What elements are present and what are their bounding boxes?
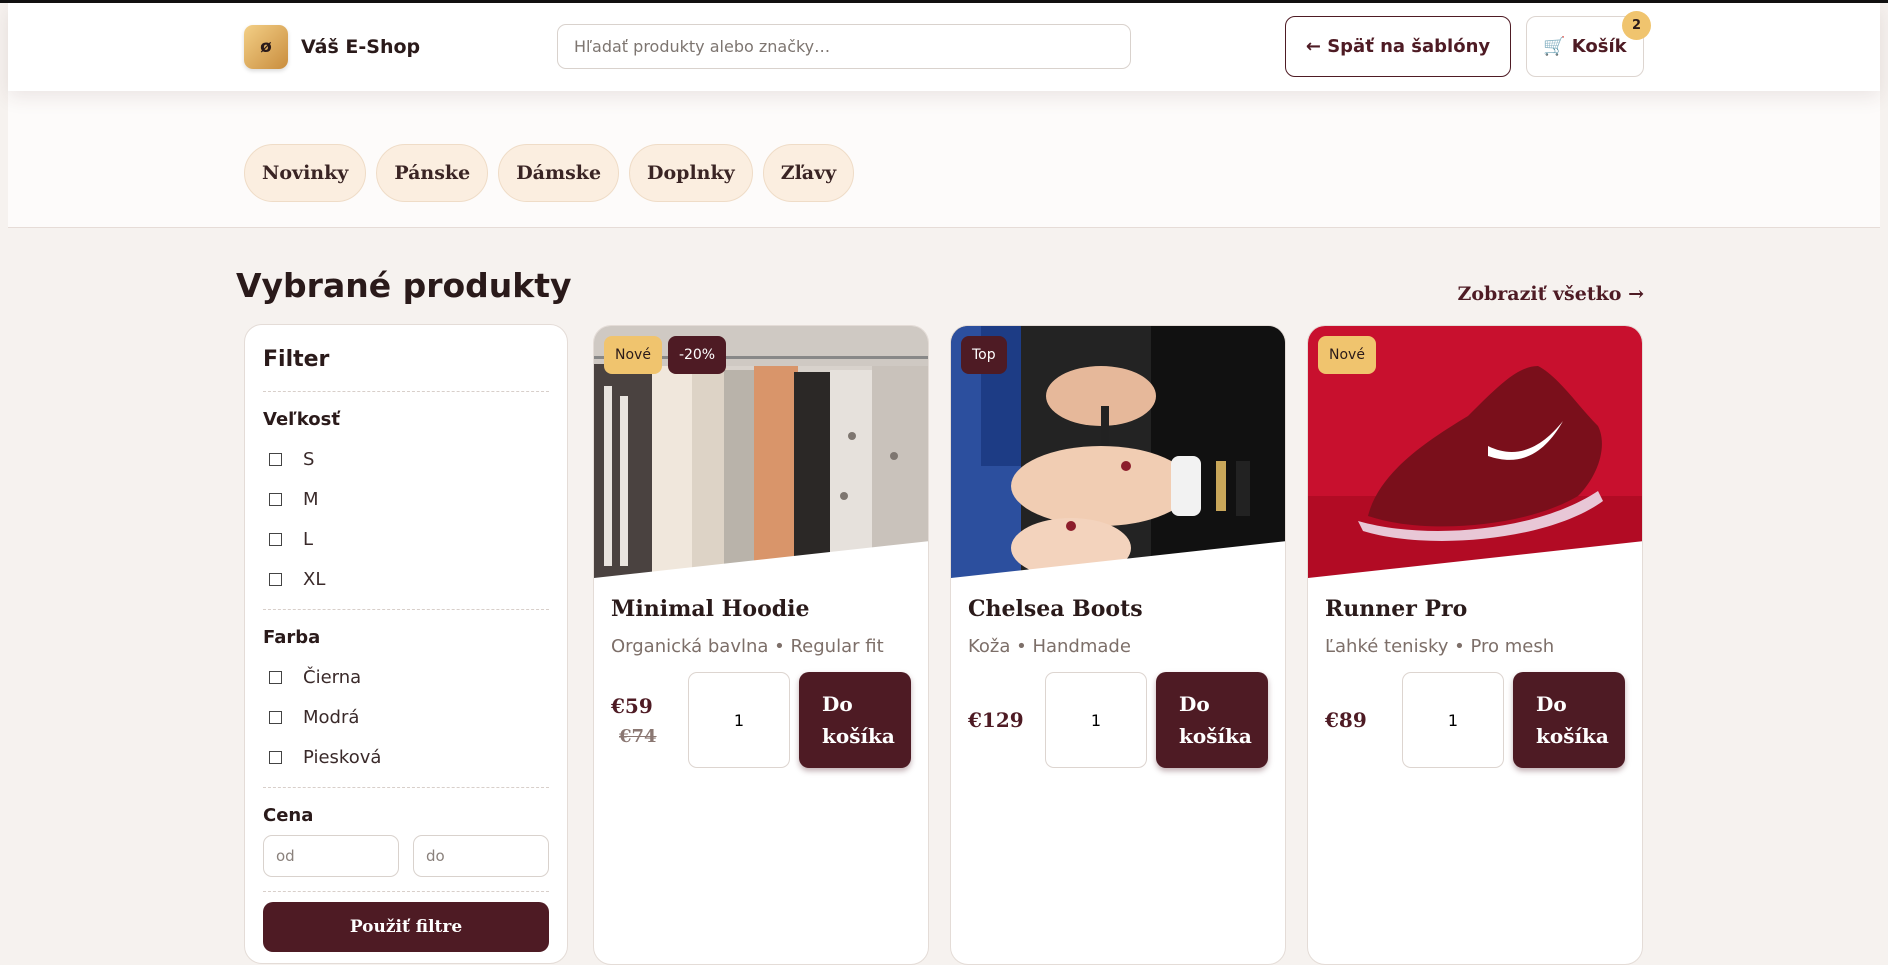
size-option-l[interactable]: L (263, 519, 549, 559)
option-label: M (303, 488, 319, 510)
badge-group: Nové -20% (604, 336, 727, 374)
product-name[interactable]: Runner Pro (1325, 596, 1625, 622)
buy-row: €59 €74 Do košíka (611, 672, 911, 768)
cart-label: Košík (1571, 36, 1627, 57)
red-sneaker-photo[interactable]: Nové (1308, 326, 1642, 578)
option-label: XL (303, 568, 326, 590)
product-card: Nové -20% Minimal Hoodie Organická bavln… (593, 325, 929, 965)
option-label: S (303, 448, 315, 470)
price-box: €59 €74 (611, 694, 688, 747)
price-from-input[interactable] (263, 835, 399, 877)
divider (263, 891, 549, 892)
page-header-shell: ø Váš E-Shop ← Späť na šablóny 🛒 Košík 2… (8, 3, 1880, 228)
option-label: Piesková (303, 746, 382, 768)
top-bar: ø Váš E-Shop ← Späť na šablóny 🛒 Košík 2 (8, 3, 1880, 91)
checkbox[interactable] (269, 532, 282, 546)
add-to-cart-button[interactable]: Do košíka (1513, 672, 1625, 768)
badge-discount: -20% (667, 336, 727, 374)
apply-filters-button[interactable]: Použiť filtre (263, 902, 549, 952)
clothing-rack-photo[interactable]: Nové -20% (594, 326, 928, 578)
product-body: Minimal Hoodie Organická bavlna • Regula… (594, 578, 928, 768)
price-box: €129 (968, 708, 1045, 732)
product-description: Ľahké tenisky • Pro mesh (1325, 636, 1555, 657)
logo-icon[interactable]: ø (244, 25, 288, 69)
color-option-modra[interactable]: Modrá (263, 697, 549, 737)
price-box: €89 (1325, 708, 1402, 732)
price-range (263, 835, 549, 877)
back-to-templates-button[interactable]: ← Späť na šablóny (1285, 16, 1511, 77)
filter-title: Filter (263, 347, 330, 372)
color-group-label: Farba (263, 627, 321, 648)
divider (263, 787, 549, 788)
size-group-label: Veľkosť (263, 409, 340, 430)
checkbox[interactable] (269, 572, 282, 586)
badge-new: Nové (604, 336, 662, 374)
product-price: €89 (1325, 708, 1367, 732)
product-description: Koža • Handmade (968, 636, 1131, 657)
option-label: Čierna (303, 666, 362, 688)
size-option-xl[interactable]: XL (263, 559, 549, 599)
quantity-input[interactable] (1402, 672, 1504, 768)
color-option-cierna[interactable]: Čierna (263, 657, 549, 697)
nav-item-doplnky[interactable]: Doplnky (629, 144, 753, 202)
badge-top: Top (961, 336, 1007, 374)
product-name[interactable]: Chelsea Boots (968, 596, 1268, 622)
divider (263, 609, 549, 610)
checkbox[interactable] (269, 710, 282, 724)
cart-count-badge: 2 (1622, 11, 1651, 40)
checkbox[interactable] (269, 670, 282, 684)
brand-name[interactable]: Váš E-Shop (301, 36, 420, 58)
color-option-pieskova[interactable]: Piesková (263, 737, 549, 777)
checkbox[interactable] (269, 492, 282, 506)
badge-group: Nové (1318, 336, 1376, 374)
manicure-photo[interactable]: Top (951, 326, 1285, 578)
nav-item-zlavy[interactable]: Zľavy (762, 144, 855, 202)
nav-item-panske[interactable]: Pánske (376, 144, 489, 202)
section-title: Vybrané produkty (236, 266, 572, 305)
product-body: Runner Pro Ľahké tenisky • Pro mesh €89 … (1308, 578, 1642, 768)
price-group-label: Cena (263, 805, 314, 826)
product-description: Organická bavlna • Regular fit (611, 636, 884, 657)
product-price: €59 (611, 693, 653, 718)
checkbox[interactable] (269, 750, 282, 764)
product-card: Nové Runner Pro Ľahké tenisky • Pro mesh… (1307, 325, 1643, 965)
divider (263, 391, 549, 392)
product-old-price: €74 (619, 725, 657, 747)
buy-row: €89 Do košíka (1325, 672, 1625, 768)
product-name[interactable]: Minimal Hoodie (611, 596, 911, 622)
product-price: €129 (968, 708, 1024, 732)
category-nav: Novinky Pánske Dámske Doplnky Zľavy (244, 144, 855, 202)
size-option-m[interactable]: M (263, 479, 549, 519)
option-label: Modrá (303, 706, 360, 728)
nav-item-novinky[interactable]: Novinky (244, 144, 367, 202)
search-input[interactable] (557, 24, 1131, 69)
cart-icon: 🛒 (1543, 36, 1566, 57)
checkbox[interactable] (269, 452, 282, 466)
badge-group: Top (961, 336, 1007, 374)
buy-row: €129 Do košíka (968, 672, 1268, 768)
view-all-link[interactable]: Zobraziť všetko → (1457, 283, 1644, 305)
add-to-cart-button[interactable]: Do košíka (1156, 672, 1268, 768)
product-body: Chelsea Boots Koža • Handmade €129 Do ko… (951, 578, 1285, 768)
quantity-input[interactable] (688, 672, 790, 768)
price-to-input[interactable] (413, 835, 549, 877)
product-card: Top Chelsea Boots Koža • Handmade €129 D… (950, 325, 1286, 965)
nav-item-damske[interactable]: Dámske (498, 144, 620, 202)
quantity-input[interactable] (1045, 672, 1147, 768)
add-to-cart-button[interactable]: Do košíka (799, 672, 911, 768)
size-option-s[interactable]: S (263, 439, 549, 479)
option-label: L (303, 528, 314, 550)
filter-panel: Filter Veľkosť S M L XL Farba Čierna Mod… (244, 324, 568, 964)
badge-new: Nové (1318, 336, 1376, 374)
